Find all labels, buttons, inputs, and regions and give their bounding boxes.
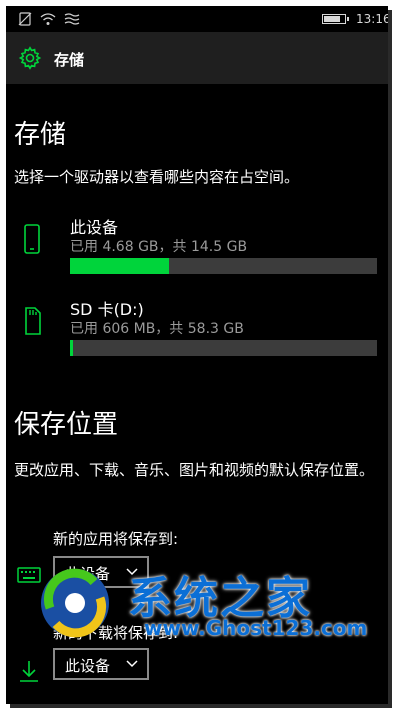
drive-sd-card[interactable]: SD 卡(D:) 已用 606 MB，共 58.3 GB <box>6 296 388 366</box>
app-bar: 存储 <box>6 32 388 84</box>
downloads-save-label: 新的下载将保存到: <box>53 624 179 642</box>
usage-bar <box>70 258 377 274</box>
watermark-title: 系统之家 <box>128 573 312 624</box>
usage-bar-fill <box>70 258 170 274</box>
clock: 13:16 <box>356 12 388 26</box>
phone-screen: 13:16 存储 存储 选择一个驱动器以查看哪些内容在占空间。 此设备 已用 4… <box>6 6 388 704</box>
status-bar: 13:16 <box>6 6 388 32</box>
page-title: 存储 <box>54 51 85 69</box>
battery-fill <box>324 16 340 22</box>
drive-name: 此设备 <box>70 218 119 237</box>
sd-card-icon <box>25 307 41 335</box>
battery-icon <box>322 14 349 24</box>
signal-icon <box>64 13 80 25</box>
chevron-down-icon <box>126 568 138 576</box>
usage-bar <box>70 340 377 356</box>
select-value: 此设备 <box>65 657 111 675</box>
storage-heading: 存储 <box>14 120 67 150</box>
no-sim-icon <box>18 12 32 26</box>
downloads-save-location-select[interactable]: 此设备 <box>53 648 149 680</box>
apps-save-location-select[interactable]: 此设备 <box>53 556 149 588</box>
wifi-icon <box>40 13 56 25</box>
chevron-down-icon <box>126 660 138 668</box>
storage-description: 选择一个驱动器以查看哪些内容在占空间。 <box>14 168 300 186</box>
save-locations-heading: 保存位置 <box>14 410 119 440</box>
apps-save-label: 新的应用将保存到: <box>53 530 179 548</box>
save-locations-description: 更改应用、下载、音乐、图片和视频的默认保存位置。 <box>14 461 375 479</box>
select-value: 此设备 <box>65 565 111 583</box>
drive-usage: 已用 4.68 GB，共 14.5 GB <box>70 239 248 255</box>
drive-this-device[interactable]: 此设备 已用 4.68 GB，共 14.5 GB <box>6 214 388 284</box>
keyboard-icon <box>17 567 41 583</box>
usage-bar-fill <box>70 340 74 356</box>
download-icon <box>20 661 38 682</box>
phone-icon <box>24 224 40 254</box>
drive-usage: 已用 606 MB，共 58.3 GB <box>70 321 244 337</box>
gear-icon[interactable] <box>18 46 42 70</box>
drive-name: SD 卡(D:) <box>70 300 144 319</box>
